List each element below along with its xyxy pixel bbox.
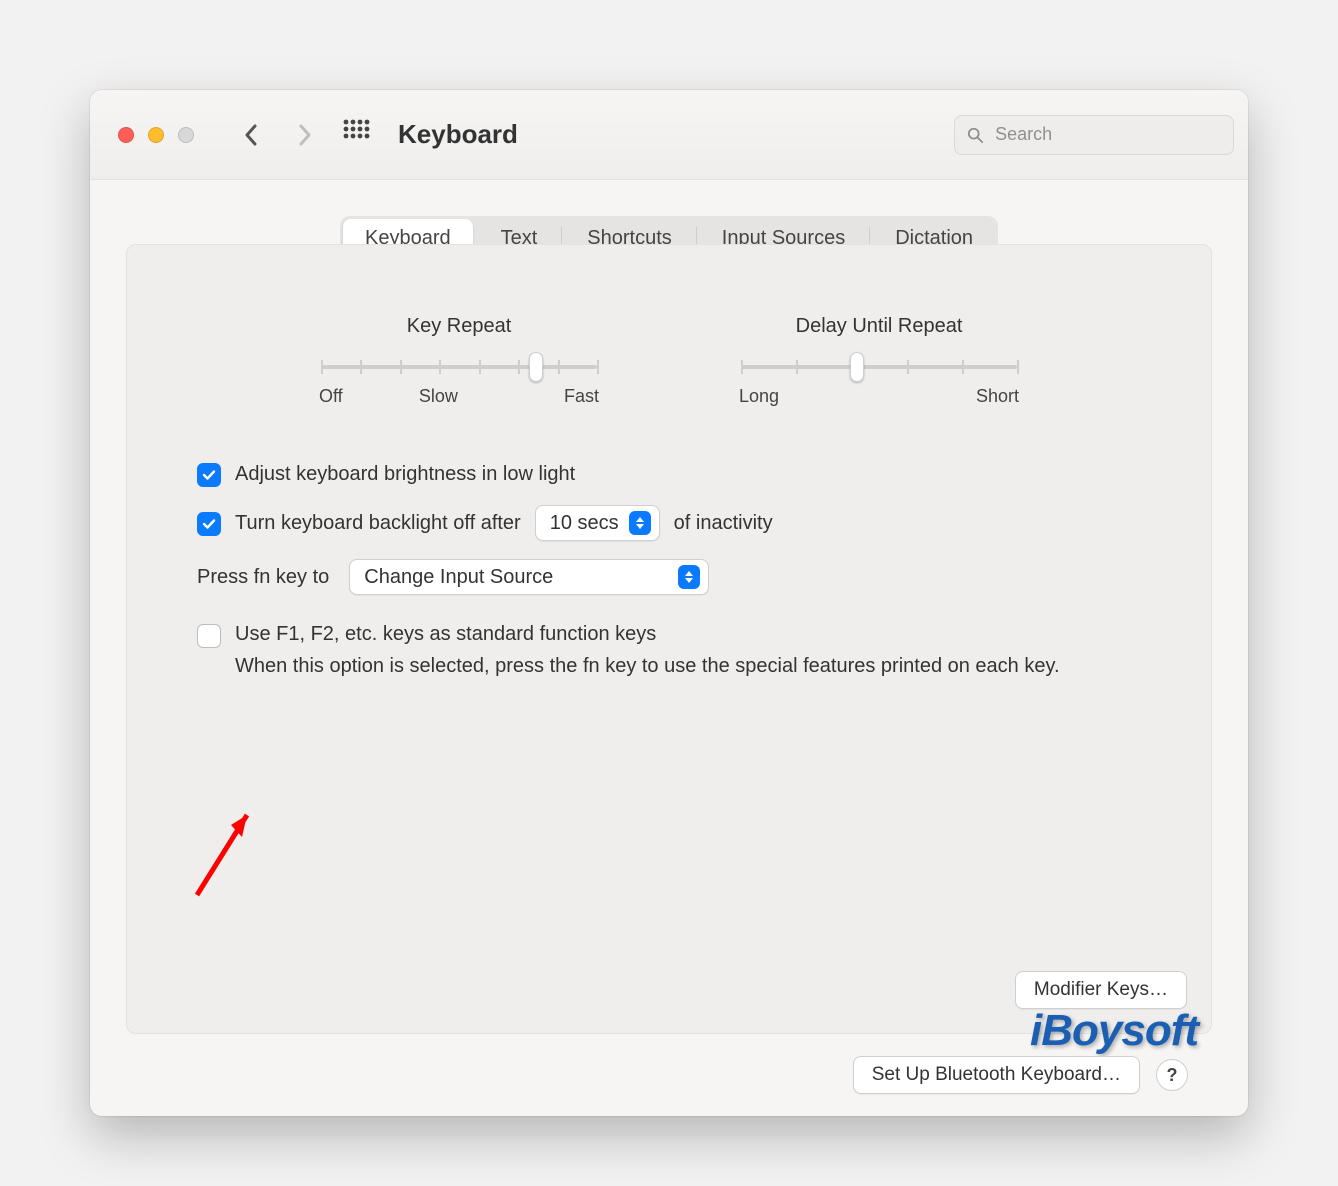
- delay-slider[interactable]: [741, 358, 1017, 376]
- help-button[interactable]: ?: [1156, 1059, 1188, 1091]
- adjust-brightness-label: Adjust keyboard brightness in low light: [235, 463, 575, 486]
- delay-label-short: Short: [976, 386, 1019, 407]
- backlight-off-label-before: Turn keyboard backlight off after: [235, 512, 521, 535]
- delay-label-long: Long: [739, 386, 779, 407]
- fn-key-row: Press fn key to Change Input Source: [197, 559, 1141, 595]
- function-keys-help: When this option is selected, press the …: [235, 652, 1141, 680]
- minimize-button[interactable]: [148, 127, 164, 143]
- close-button[interactable]: [118, 127, 134, 143]
- key-repeat-label-off: Off: [319, 386, 343, 407]
- keyboard-panel: Key Repeat Off Slow Fast Delay Until Rep…: [126, 244, 1212, 1034]
- key-repeat-label-slow: Slow: [419, 386, 458, 407]
- fn-key-label: Press fn key to: [197, 566, 329, 589]
- annotation-arrow: [187, 795, 267, 905]
- modifier-keys-button[interactable]: Modifier Keys…: [1015, 971, 1187, 1009]
- backlight-off-popup[interactable]: 10 secs: [535, 505, 660, 541]
- fn-key-value: Change Input Source: [364, 566, 553, 589]
- search-input[interactable]: [993, 123, 1221, 146]
- key-repeat-title: Key Repeat: [319, 315, 599, 338]
- delay-block: Delay Until Repeat Long Short: [739, 315, 1019, 407]
- backlight-off-label-after: of inactivity: [674, 512, 773, 535]
- preferences-window: Keyboard Keyboard Text Shortcuts Input S…: [90, 90, 1248, 1116]
- backlight-off-checkbox[interactable]: [197, 512, 221, 536]
- footer: Set Up Bluetooth Keyboard… ?: [90, 1056, 1248, 1094]
- back-button[interactable]: [234, 118, 268, 152]
- delay-thumb[interactable]: [850, 352, 864, 382]
- window-controls: [118, 127, 194, 143]
- forward-button[interactable]: [288, 118, 322, 152]
- search-field[interactable]: [954, 115, 1234, 155]
- delay-title: Delay Until Repeat: [739, 315, 1019, 338]
- content: Keyboard Text Shortcuts Input Sources Di…: [90, 180, 1248, 1116]
- function-keys-label: Use F1, F2, etc. keys as standard functi…: [235, 623, 1141, 646]
- adjust-brightness-row: Adjust keyboard brightness in low light: [197, 462, 1141, 487]
- fn-key-popup[interactable]: Change Input Source: [349, 559, 709, 595]
- watermark: iBoysoft: [1030, 1006, 1198, 1056]
- updown-icon: [629, 511, 651, 535]
- bluetooth-keyboard-button[interactable]: Set Up Bluetooth Keyboard…: [853, 1056, 1140, 1094]
- search-icon: [967, 126, 983, 144]
- titlebar: Keyboard: [90, 90, 1248, 180]
- key-repeat-thumb[interactable]: [529, 352, 543, 382]
- function-keys-checkbox[interactable]: [197, 624, 221, 648]
- key-repeat-slider[interactable]: [321, 358, 597, 376]
- backlight-off-value: 10 secs: [550, 512, 619, 535]
- backlight-off-row: Turn keyboard backlight off after 10 sec…: [197, 505, 1141, 541]
- zoom-button[interactable]: [178, 127, 194, 143]
- key-repeat-block: Key Repeat Off Slow Fast: [319, 315, 599, 407]
- updown-icon: [678, 565, 700, 589]
- key-repeat-label-fast: Fast: [564, 386, 599, 407]
- adjust-brightness-checkbox[interactable]: [197, 463, 221, 487]
- window-title: Keyboard: [398, 119, 518, 150]
- function-keys-row: Use F1, F2, etc. keys as standard functi…: [197, 623, 1141, 680]
- all-prefs-icon[interactable]: [342, 118, 370, 151]
